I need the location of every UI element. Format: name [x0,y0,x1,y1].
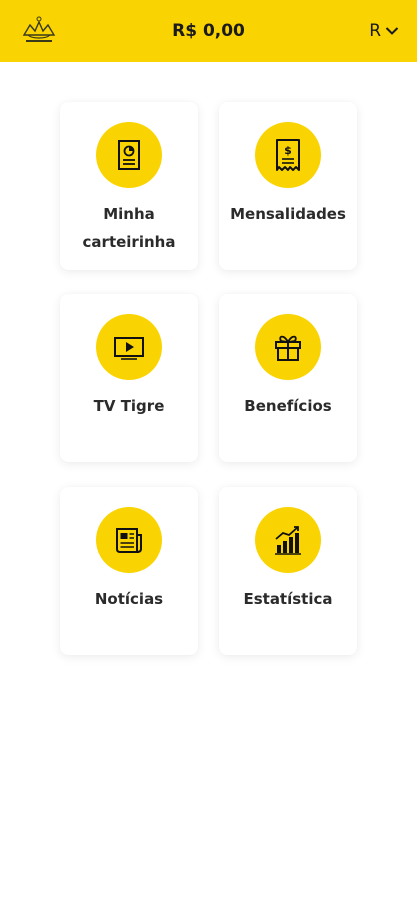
svg-text:$: $ [284,144,292,157]
newspaper-icon [96,507,162,573]
menu-card-label: Benefícios [244,397,332,415]
menu-card-label: Mensalidades [230,205,346,223]
menu-card-mensalidades[interactable]: $ Mensalidades [219,102,357,270]
menu-card-beneficios[interactable]: Benefícios [219,294,357,462]
balance-display: R$ 0,00 [172,21,245,41]
menu-card-tv-tigre[interactable]: TV Tigre [60,294,198,462]
member-card-icon [96,122,162,188]
menu-card-label: Notícias [94,590,164,608]
user-menu-button[interactable]: R [369,20,399,42]
menu-card-noticias[interactable]: Notícias [60,487,198,655]
menu-card-label: Minha carteirinha [82,205,176,251]
gift-icon [255,314,321,380]
menu-card-estatistica[interactable]: Estatística [219,487,357,655]
top-bar: R$ 0,00 R [0,0,417,62]
statistics-chart-icon [255,507,321,573]
menu-card-carteirinha[interactable]: Minha carteirinha [60,102,198,270]
play-video-icon [96,314,162,380]
menu-card-label: Estatística [243,590,333,608]
chevron-down-icon [385,21,399,41]
user-initial: R [369,21,381,41]
menu-card-label: TV Tigre [93,397,165,415]
receipt-icon: $ [255,122,321,188]
